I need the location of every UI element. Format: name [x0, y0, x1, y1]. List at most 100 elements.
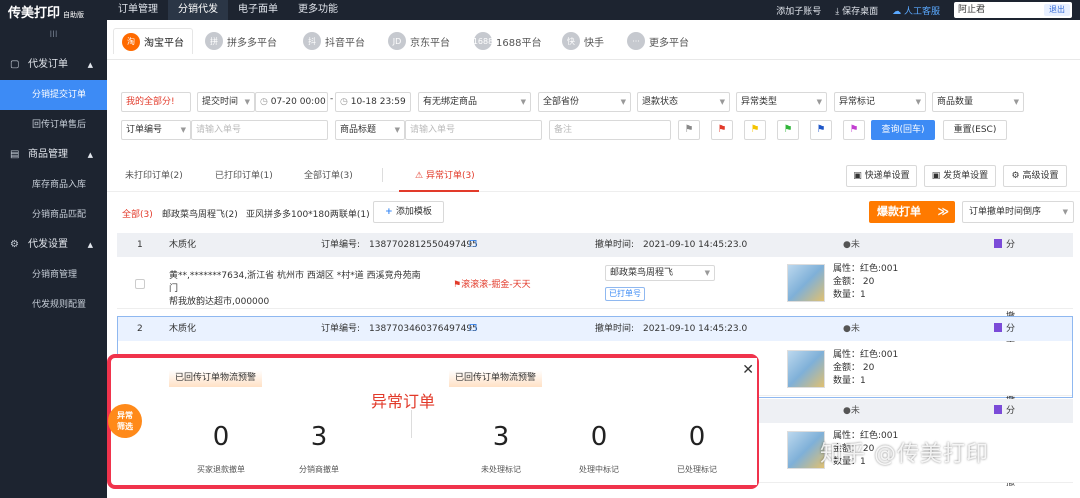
bind-select[interactable]: 有无绑定商品 ▼: [418, 92, 531, 112]
abnormal-filter-badge[interactable]: 异常筛选: [108, 404, 142, 438]
stat-processed-count[interactable]: 0: [667, 422, 727, 452]
order-no-select[interactable]: 订单编号 ▼: [121, 120, 191, 140]
flag-purple-button[interactable]: ⚑: [843, 120, 865, 140]
customer-service-link[interactable]: ☁ 人工客服: [892, 4, 940, 17]
button-label: 快递单设置: [864, 171, 910, 181]
template-all[interactable]: 全部(3): [122, 207, 153, 220]
tab-kuaishou[interactable]: 快快手: [562, 28, 604, 54]
watermark: 知乎 @传美打印: [820, 442, 989, 467]
tab-label: 抖音平台: [325, 37, 365, 49]
tab-all-orders[interactable]: 全部订单(3): [304, 168, 353, 181]
flag-green-button[interactable]: ⚑: [777, 120, 799, 140]
nav-order-management[interactable]: 订单管理: [108, 0, 168, 20]
abnormal-type-select[interactable]: 异常类型 ▼: [736, 92, 827, 112]
sidebar-item-stock-in[interactable]: 库存商品入库: [0, 170, 107, 200]
stat-buyer-refund-count[interactable]: 0: [191, 422, 251, 452]
date-from-input[interactable]: ◷ 07-20 00:00: [255, 92, 328, 112]
sidebar-group-settings[interactable]: ⚙ 代发设置 ▲: [0, 230, 107, 260]
order-no-input[interactable]: 请输入单号: [191, 120, 328, 140]
copy-icon[interactable]: ❐: [469, 317, 477, 341]
tab-jd[interactable]: JD 京东平台: [388, 28, 450, 54]
reset-button[interactable]: 重置(ESC): [943, 120, 1007, 140]
sidebar-collapse-toggle[interactable]: III: [0, 20, 107, 50]
tab-label: 更多平台: [649, 37, 689, 49]
sidebar-item-submit-orders[interactable]: 分销提交订单: [0, 80, 107, 110]
group-label: 代发设置: [28, 239, 68, 250]
template-youzheng[interactable]: 邮政菜鸟周程飞(2): [162, 207, 238, 220]
flag-gray-button[interactable]: ⚑: [678, 120, 700, 140]
nav-distribution[interactable]: 分销代发: [168, 0, 228, 20]
edition-label: 自助版: [63, 11, 85, 19]
flag-red-button[interactable]: ⚑: [711, 120, 733, 140]
advanced-settings-button[interactable]: ⚙ 高级设置: [1003, 165, 1067, 187]
tab-more-platforms[interactable]: ··· 更多平台: [627, 28, 689, 54]
express-select[interactable]: 邮政菜鸟周程飞 ▼: [605, 265, 715, 281]
tab-taobao[interactable]: 淘淘宝平台: [113, 28, 193, 54]
flag-yellow-button[interactable]: ⚑: [744, 120, 766, 140]
hot-print-button[interactable]: 爆款打单 ≫: [869, 201, 955, 223]
row-checkbox[interactable]: [135, 279, 145, 289]
tab-not-printed[interactable]: 未打印订单(2): [125, 168, 183, 181]
copy-icon[interactable]: ❐: [469, 233, 477, 257]
tab-abnormal-orders[interactable]: ⚠ 异常订单(3): [415, 168, 475, 181]
template-yafeng[interactable]: 亚风拼多多100*180两联单(1): [246, 207, 370, 220]
sidebar-item-rules[interactable]: 代发规则配置: [0, 290, 107, 320]
my-orders-select[interactable]: 我的全部分!: [121, 92, 191, 112]
chevron-down-icon: ▼: [719, 98, 725, 106]
sort-select[interactable]: 订单撤单时间倒序 ▼: [962, 201, 1074, 223]
cancel-tag: 分销商撤单: [994, 399, 1015, 488]
abnormal-mark-select[interactable]: 异常标记 ▼: [834, 92, 926, 112]
stat-processing-label: 处理中标记: [579, 465, 619, 474]
bookmark-icon: [994, 323, 1002, 332]
sidebar-item-return-aftersale[interactable]: 回传订单售后: [0, 110, 107, 140]
quantity-select[interactable]: 商品数量 ▼: [932, 92, 1024, 112]
status: ● 未处理: [843, 317, 860, 382]
sidebar-group-goods[interactable]: ▤ 商品管理 ▲: [0, 140, 107, 170]
tab-douyin[interactable]: 抖抖音平台: [303, 28, 365, 54]
nav-eface[interactable]: 电子面单: [228, 0, 288, 20]
chevron-down-icon: ▼: [1062, 208, 1068, 216]
chevron-down-icon: ▼: [244, 98, 250, 106]
product-image[interactable]: [787, 350, 825, 388]
flag-note: ⚑滚滚滚-掘金-天天: [453, 277, 531, 290]
tab-label: 异常订单(3): [425, 171, 475, 181]
flag-blue-button[interactable]: ⚑: [810, 120, 832, 140]
logout-button[interactable]: 退出: [1044, 4, 1070, 16]
time-type-select[interactable]: 提交时间 ▼: [197, 92, 255, 112]
flag-icon: ⚑: [453, 280, 462, 290]
delivery-settings-button[interactable]: ▣ 发货单设置: [924, 165, 996, 187]
logistics-warning-tag: 已回传订单物流预警: [169, 370, 263, 387]
close-icon[interactable]: ✕: [742, 362, 754, 378]
save-desktop-label: 保存桌面: [842, 6, 879, 17]
stat-distributor-cancel-count[interactable]: 3: [289, 422, 349, 452]
title-input[interactable]: 请输入单号: [405, 120, 542, 140]
sidebar-item-goods-match[interactable]: 分销商品匹配: [0, 200, 107, 230]
logo-text: 传美打印: [8, 6, 61, 21]
refund-select[interactable]: 退款状态 ▼: [637, 92, 730, 112]
title-select[interactable]: 商品标题 ▼: [335, 120, 405, 140]
attr-amount: 金额： 20: [833, 363, 875, 373]
remark-input[interactable]: 备注: [549, 120, 671, 140]
province-select[interactable]: 全部省份 ▼: [538, 92, 631, 112]
stat-processing-count[interactable]: 0: [569, 422, 629, 452]
tab-1688[interactable]: 1688 1688平台: [473, 28, 541, 54]
save-desktop-link[interactable]: ⤓ 保存桌面: [835, 4, 878, 17]
tab-printed[interactable]: 已打印订单(1): [215, 168, 273, 181]
sidebar-item-distributor-mgmt[interactable]: 分销商管理: [0, 260, 107, 290]
sidebar-group-orders[interactable]: ▢ 代发订单 ▲: [0, 50, 107, 80]
tab-pinduoduo[interactable]: 拼拼多多平台: [205, 28, 277, 54]
divider: [382, 168, 383, 182]
select-value: 订单撤单时间倒序: [969, 207, 1042, 217]
add-sub-account-link[interactable]: 添加子账号: [776, 4, 821, 17]
query-button[interactable]: 查询(回车): [871, 120, 935, 140]
button-label: 添加模板: [395, 207, 432, 217]
stat-unprocessed-count[interactable]: 3: [471, 422, 531, 452]
shop-name: 木质化: [169, 324, 197, 334]
date-to-input[interactable]: ◷ 10-18 23:59: [335, 92, 411, 112]
nav-more[interactable]: 更多功能: [288, 0, 348, 20]
express-settings-button[interactable]: ▣ 快递单设置: [846, 165, 917, 187]
printer-icon: ▣: [931, 171, 944, 181]
product-image[interactable]: [787, 264, 825, 302]
add-template-button[interactable]: + 添加模板: [373, 201, 444, 223]
select-value: 有无绑定商品: [423, 97, 478, 107]
